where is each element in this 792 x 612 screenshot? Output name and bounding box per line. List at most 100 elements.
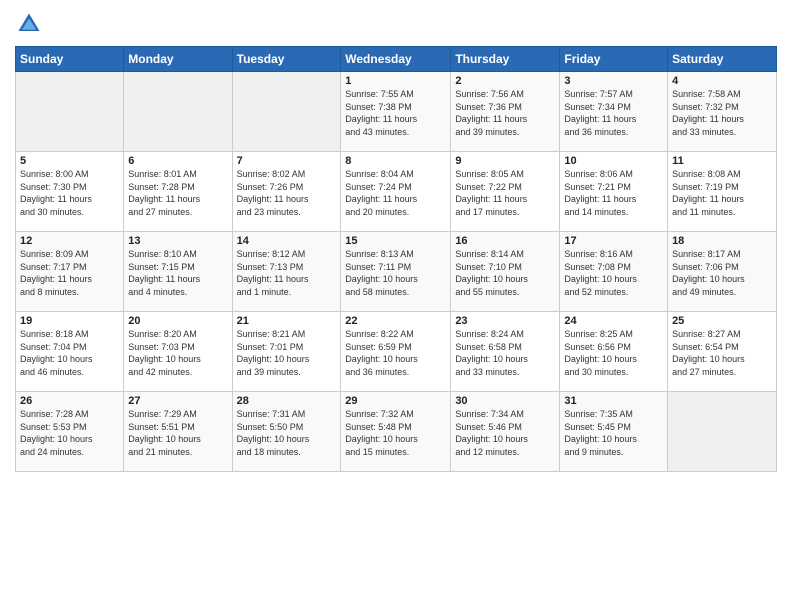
- day-number: 22: [345, 315, 446, 327]
- day-info: Sunrise: 8:21 AM Sunset: 7:01 PM Dayligh…: [237, 328, 337, 378]
- calendar-cell: 2Sunrise: 7:56 AM Sunset: 7:36 PM Daylig…: [451, 72, 560, 152]
- weekday-header-friday: Friday: [560, 47, 668, 72]
- calendar-cell: 16Sunrise: 8:14 AM Sunset: 7:10 PM Dayli…: [451, 232, 560, 312]
- weekday-header-row: SundayMondayTuesdayWednesdayThursdayFrid…: [16, 47, 777, 72]
- day-number: 20: [128, 315, 227, 327]
- calendar-cell: 14Sunrise: 8:12 AM Sunset: 7:13 PM Dayli…: [232, 232, 341, 312]
- day-number: 30: [455, 395, 555, 407]
- calendar-cell: 20Sunrise: 8:20 AM Sunset: 7:03 PM Dayli…: [124, 312, 232, 392]
- calendar-cell: 3Sunrise: 7:57 AM Sunset: 7:34 PM Daylig…: [560, 72, 668, 152]
- day-info: Sunrise: 8:02 AM Sunset: 7:26 PM Dayligh…: [237, 168, 337, 218]
- header: [15, 10, 777, 38]
- day-info: Sunrise: 8:17 AM Sunset: 7:06 PM Dayligh…: [672, 248, 772, 298]
- day-number: 14: [237, 235, 337, 247]
- calendar-cell: 12Sunrise: 8:09 AM Sunset: 7:17 PM Dayli…: [16, 232, 124, 312]
- day-number: 16: [455, 235, 555, 247]
- week-row-1: 1Sunrise: 7:55 AM Sunset: 7:38 PM Daylig…: [16, 72, 777, 152]
- calendar-cell: 31Sunrise: 7:35 AM Sunset: 5:45 PM Dayli…: [560, 392, 668, 472]
- day-info: Sunrise: 7:35 AM Sunset: 5:45 PM Dayligh…: [564, 408, 663, 458]
- day-number: 25: [672, 315, 772, 327]
- calendar-cell: 23Sunrise: 8:24 AM Sunset: 6:58 PM Dayli…: [451, 312, 560, 392]
- calendar-cell: 9Sunrise: 8:05 AM Sunset: 7:22 PM Daylig…: [451, 152, 560, 232]
- calendar-cell: 21Sunrise: 8:21 AM Sunset: 7:01 PM Dayli…: [232, 312, 341, 392]
- weekday-header-tuesday: Tuesday: [232, 47, 341, 72]
- day-number: 29: [345, 395, 446, 407]
- day-number: 17: [564, 235, 663, 247]
- day-info: Sunrise: 8:04 AM Sunset: 7:24 PM Dayligh…: [345, 168, 446, 218]
- calendar-cell: 8Sunrise: 8:04 AM Sunset: 7:24 PM Daylig…: [341, 152, 451, 232]
- day-number: 10: [564, 155, 663, 167]
- page: SundayMondayTuesdayWednesdayThursdayFrid…: [0, 0, 792, 612]
- calendar-cell: 18Sunrise: 8:17 AM Sunset: 7:06 PM Dayli…: [668, 232, 777, 312]
- day-info: Sunrise: 8:25 AM Sunset: 6:56 PM Dayligh…: [564, 328, 663, 378]
- day-number: 11: [672, 155, 772, 167]
- logo: [15, 10, 47, 38]
- day-info: Sunrise: 7:56 AM Sunset: 7:36 PM Dayligh…: [455, 88, 555, 138]
- calendar-cell: 29Sunrise: 7:32 AM Sunset: 5:48 PM Dayli…: [341, 392, 451, 472]
- weekday-header-monday: Monday: [124, 47, 232, 72]
- day-info: Sunrise: 8:01 AM Sunset: 7:28 PM Dayligh…: [128, 168, 227, 218]
- day-number: 4: [672, 75, 772, 87]
- day-number: 1: [345, 75, 446, 87]
- weekday-header-sunday: Sunday: [16, 47, 124, 72]
- weekday-header-thursday: Thursday: [451, 47, 560, 72]
- day-info: Sunrise: 7:31 AM Sunset: 5:50 PM Dayligh…: [237, 408, 337, 458]
- day-number: 5: [20, 155, 119, 167]
- day-number: 31: [564, 395, 663, 407]
- day-number: 27: [128, 395, 227, 407]
- calendar-cell: 15Sunrise: 8:13 AM Sunset: 7:11 PM Dayli…: [341, 232, 451, 312]
- day-info: Sunrise: 7:55 AM Sunset: 7:38 PM Dayligh…: [345, 88, 446, 138]
- logo-icon: [15, 10, 43, 38]
- calendar-cell: 19Sunrise: 8:18 AM Sunset: 7:04 PM Dayli…: [16, 312, 124, 392]
- weekday-header-saturday: Saturday: [668, 47, 777, 72]
- calendar-cell: 7Sunrise: 8:02 AM Sunset: 7:26 PM Daylig…: [232, 152, 341, 232]
- day-info: Sunrise: 8:10 AM Sunset: 7:15 PM Dayligh…: [128, 248, 227, 298]
- day-info: Sunrise: 7:28 AM Sunset: 5:53 PM Dayligh…: [20, 408, 119, 458]
- week-row-2: 5Sunrise: 8:00 AM Sunset: 7:30 PM Daylig…: [16, 152, 777, 232]
- day-info: Sunrise: 8:09 AM Sunset: 7:17 PM Dayligh…: [20, 248, 119, 298]
- calendar-cell: 24Sunrise: 8:25 AM Sunset: 6:56 PM Dayli…: [560, 312, 668, 392]
- day-number: 13: [128, 235, 227, 247]
- calendar-cell: 27Sunrise: 7:29 AM Sunset: 5:51 PM Dayli…: [124, 392, 232, 472]
- calendar-cell: 30Sunrise: 7:34 AM Sunset: 5:46 PM Dayli…: [451, 392, 560, 472]
- day-info: Sunrise: 7:32 AM Sunset: 5:48 PM Dayligh…: [345, 408, 446, 458]
- day-info: Sunrise: 8:27 AM Sunset: 6:54 PM Dayligh…: [672, 328, 772, 378]
- day-number: 2: [455, 75, 555, 87]
- day-info: Sunrise: 8:16 AM Sunset: 7:08 PM Dayligh…: [564, 248, 663, 298]
- calendar-cell: 13Sunrise: 8:10 AM Sunset: 7:15 PM Dayli…: [124, 232, 232, 312]
- day-number: 12: [20, 235, 119, 247]
- day-info: Sunrise: 7:34 AM Sunset: 5:46 PM Dayligh…: [455, 408, 555, 458]
- calendar-cell: [232, 72, 341, 152]
- day-number: 7: [237, 155, 337, 167]
- day-number: 23: [455, 315, 555, 327]
- day-info: Sunrise: 8:12 AM Sunset: 7:13 PM Dayligh…: [237, 248, 337, 298]
- day-info: Sunrise: 8:22 AM Sunset: 6:59 PM Dayligh…: [345, 328, 446, 378]
- day-number: 3: [564, 75, 663, 87]
- calendar-cell: [668, 392, 777, 472]
- calendar-cell: 11Sunrise: 8:08 AM Sunset: 7:19 PM Dayli…: [668, 152, 777, 232]
- day-number: 9: [455, 155, 555, 167]
- day-number: 18: [672, 235, 772, 247]
- day-info: Sunrise: 7:58 AM Sunset: 7:32 PM Dayligh…: [672, 88, 772, 138]
- week-row-3: 12Sunrise: 8:09 AM Sunset: 7:17 PM Dayli…: [16, 232, 777, 312]
- calendar-cell: 28Sunrise: 7:31 AM Sunset: 5:50 PM Dayli…: [232, 392, 341, 472]
- day-number: 28: [237, 395, 337, 407]
- calendar-cell: 17Sunrise: 8:16 AM Sunset: 7:08 PM Dayli…: [560, 232, 668, 312]
- weekday-header-wednesday: Wednesday: [341, 47, 451, 72]
- calendar-cell: 22Sunrise: 8:22 AM Sunset: 6:59 PM Dayli…: [341, 312, 451, 392]
- calendar-table: SundayMondayTuesdayWednesdayThursdayFrid…: [15, 46, 777, 472]
- day-number: 6: [128, 155, 227, 167]
- calendar-cell: 26Sunrise: 7:28 AM Sunset: 5:53 PM Dayli…: [16, 392, 124, 472]
- day-number: 19: [20, 315, 119, 327]
- day-info: Sunrise: 8:18 AM Sunset: 7:04 PM Dayligh…: [20, 328, 119, 378]
- day-info: Sunrise: 8:20 AM Sunset: 7:03 PM Dayligh…: [128, 328, 227, 378]
- day-info: Sunrise: 8:06 AM Sunset: 7:21 PM Dayligh…: [564, 168, 663, 218]
- calendar-cell: 10Sunrise: 8:06 AM Sunset: 7:21 PM Dayli…: [560, 152, 668, 232]
- day-number: 15: [345, 235, 446, 247]
- day-info: Sunrise: 8:00 AM Sunset: 7:30 PM Dayligh…: [20, 168, 119, 218]
- day-info: Sunrise: 8:24 AM Sunset: 6:58 PM Dayligh…: [455, 328, 555, 378]
- calendar-cell: 4Sunrise: 7:58 AM Sunset: 7:32 PM Daylig…: [668, 72, 777, 152]
- day-number: 8: [345, 155, 446, 167]
- day-info: Sunrise: 7:29 AM Sunset: 5:51 PM Dayligh…: [128, 408, 227, 458]
- calendar-cell: 1Sunrise: 7:55 AM Sunset: 7:38 PM Daylig…: [341, 72, 451, 152]
